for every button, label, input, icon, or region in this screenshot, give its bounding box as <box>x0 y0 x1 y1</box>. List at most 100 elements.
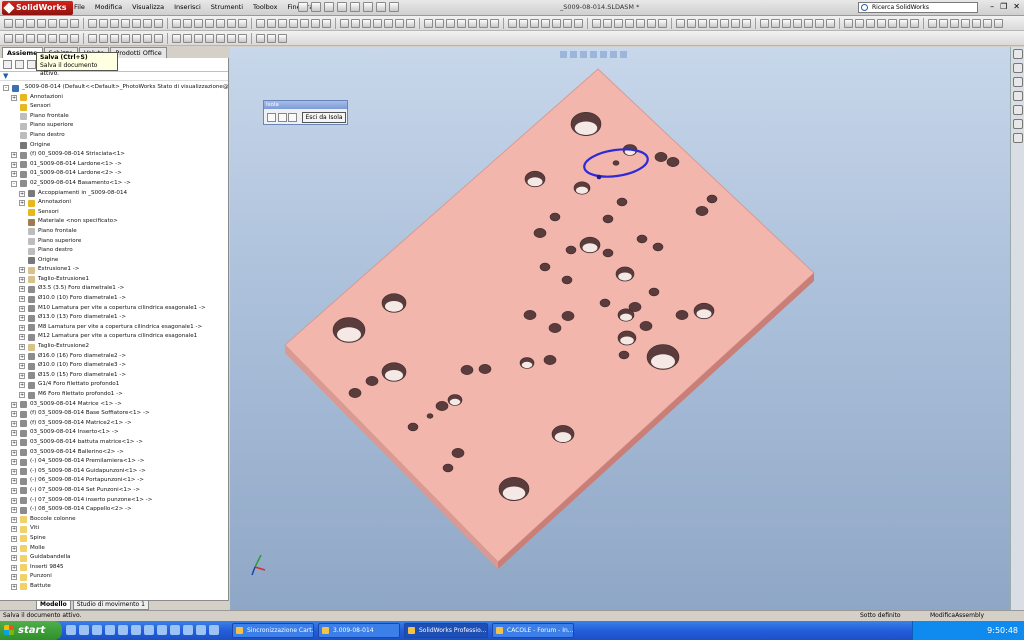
hole[interactable] <box>365 376 379 386</box>
toolbar-command-icon[interactable] <box>994 18 1003 28</box>
tree-node[interactable]: Piano superiore <box>0 121 228 131</box>
toolbar-command-icon[interactable] <box>121 18 130 28</box>
hole[interactable] <box>381 362 407 382</box>
toolbar-command-icon[interactable] <box>59 33 68 43</box>
hole[interactable] <box>519 357 535 369</box>
toolbar-command-icon[interactable] <box>950 18 959 28</box>
save-icon[interactable] <box>324 2 334 12</box>
heads-up-view-toolbar[interactable] <box>560 51 627 58</box>
expand-icon[interactable]: + <box>11 161 17 168</box>
task-solidworks[interactable]: SolidWorks Professio... <box>404 623 488 638</box>
toolbar-command-icon[interactable] <box>183 33 192 43</box>
hole[interactable] <box>675 310 689 320</box>
hole[interactable] <box>381 293 407 313</box>
toolbar-command-icon[interactable] <box>614 18 623 28</box>
tree-node[interactable]: + Molle <box>0 544 228 554</box>
search-input[interactable]: Ricerca SolidWorks <box>858 2 978 13</box>
hole[interactable] <box>561 275 573 285</box>
toolbar-command-icon[interactable] <box>26 18 35 28</box>
toolbar-command-icon[interactable] <box>760 18 769 28</box>
quick-launch-icon[interactable] <box>209 625 219 635</box>
tree-node[interactable]: + Ø3.5 (3.5) Foro diametrale1 -> <box>0 284 228 294</box>
tree-node[interactable]: Piano destro <box>0 131 228 141</box>
tree-node[interactable]: + Taglio-Estrusione2 <box>0 342 228 352</box>
hole[interactable] <box>549 212 561 222</box>
hole[interactable] <box>498 476 530 501</box>
resources-icon[interactable] <box>1012 49 1023 59</box>
hole[interactable] <box>602 214 614 224</box>
collapse-icon[interactable]: - <box>3 85 9 91</box>
toolbar-command-icon[interactable] <box>687 18 696 28</box>
hole[interactable] <box>617 330 637 346</box>
expand-icon[interactable]: + <box>11 459 17 466</box>
tree-node[interactable]: - _S009-08-014 (Default<<Default>_PhotoWo… <box>0 83 228 93</box>
toolbar-command-icon[interactable] <box>373 18 382 28</box>
tree-node[interactable]: + G1/4 Foro filettato profondo1 <box>0 380 228 390</box>
expand-icon[interactable]: + <box>11 583 17 590</box>
quick-launch-icon[interactable] <box>79 625 89 635</box>
tree-node[interactable]: + (-) 07_S009-08-014 Set Punzoni<1> -> <box>0 486 228 496</box>
toolbar-command-icon[interactable] <box>928 18 937 28</box>
menu-toolbox[interactable]: Toolbox <box>253 3 277 11</box>
hole[interactable] <box>551 425 575 443</box>
toolbar-command-icon[interactable] <box>961 18 970 28</box>
hole[interactable] <box>654 152 668 162</box>
hole[interactable] <box>435 401 449 411</box>
toolbar-command-icon[interactable] <box>709 18 718 28</box>
tree-node[interactable]: +01_S009-08-014 Lardone<2> -> <box>0 169 228 179</box>
hole[interactable] <box>565 245 577 255</box>
toolbar-command-icon[interactable] <box>435 18 444 28</box>
tree-node[interactable]: - 02_S009-08-014 Basamento<1> -> <box>0 179 228 189</box>
toolbar-command-icon[interactable] <box>99 33 108 43</box>
tree-node[interactable]: + (-) 07_S009-08-014 inserto punzone<1> -… <box>0 496 228 506</box>
expand-icon[interactable]: + <box>19 296 25 303</box>
toolbar-command-icon[interactable] <box>322 18 331 28</box>
toolbar-command-icon[interactable] <box>99 18 108 28</box>
tree-node[interactable]: + Ø13.0 (13) Foro diametrale1 -> <box>0 313 228 323</box>
expand-icon[interactable]: + <box>19 267 25 274</box>
expand-icon[interactable]: + <box>19 286 25 293</box>
expand-icon[interactable]: + <box>11 487 17 494</box>
expand-icon[interactable]: + <box>19 315 25 322</box>
quick-launch-icon[interactable] <box>157 625 167 635</box>
toolbar-command-icon[interactable] <box>154 18 163 28</box>
toolbar-command-icon[interactable] <box>658 18 667 28</box>
toolbar-command-icon[interactable] <box>278 18 287 28</box>
tree-node[interactable]: Materiale <non specificato> <box>0 217 228 227</box>
hole[interactable] <box>407 422 419 432</box>
expand-icon[interactable]: + <box>11 430 17 437</box>
tree-node[interactable]: + (-) 05_S009-08-014 Guidapunzoni<1> -> <box>0 467 228 477</box>
hole[interactable] <box>478 364 492 374</box>
minimize-icon[interactable]: – <box>990 2 994 11</box>
view-palette-icon[interactable] <box>1012 105 1023 115</box>
undo-icon[interactable] <box>350 2 360 12</box>
hole[interactable] <box>426 413 434 419</box>
expand-icon[interactable]: + <box>11 401 17 408</box>
toolbar-command-icon[interactable] <box>15 18 24 28</box>
toolbar-command-icon[interactable] <box>110 18 119 28</box>
tree-node[interactable]: Origine <box>0 256 228 266</box>
quick-launch-icon[interactable] <box>105 625 115 635</box>
tab-prodotti-office[interactable]: Prodotti Office <box>110 47 167 58</box>
hole[interactable] <box>646 344 680 370</box>
hole[interactable] <box>548 323 562 333</box>
toolbar-command-icon[interactable] <box>720 18 729 28</box>
expand-icon[interactable]: + <box>11 171 17 178</box>
hole[interactable] <box>543 355 557 365</box>
hole[interactable] <box>695 206 709 216</box>
task-browser[interactable]: CACOLE - Forum - In... <box>492 623 574 638</box>
expand-icon[interactable]: + <box>19 324 25 331</box>
toolbar-command-icon[interactable] <box>983 18 992 28</box>
expand-icon[interactable]: + <box>19 392 25 398</box>
search-pane-icon[interactable] <box>1012 91 1023 101</box>
toolbar-command-icon[interactable] <box>782 18 791 28</box>
toolbar-command-icon[interactable] <box>676 18 685 28</box>
toolbar-command-icon[interactable] <box>446 18 455 28</box>
tree-node[interactable]: Piano destro <box>0 246 228 256</box>
tree-node[interactable]: Piano frontale <box>0 227 228 237</box>
toolbar-command-icon[interactable] <box>939 18 948 28</box>
hole[interactable] <box>570 112 602 137</box>
quick-launch-icon[interactable] <box>170 625 180 635</box>
app-logo[interactable]: SolidWorks <box>2 1 73 15</box>
options-icon[interactable] <box>389 2 399 12</box>
